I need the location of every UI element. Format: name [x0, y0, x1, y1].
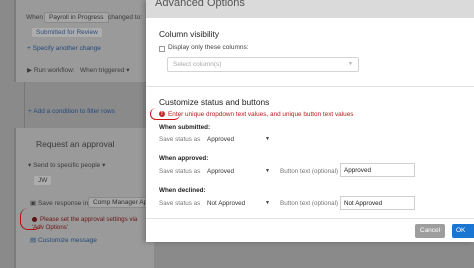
save-response-label: ▣ Save response in: — [30, 199, 90, 207]
play-icon: ▶ — [27, 67, 34, 74]
declined-button-text-input[interactable]: Not Approved — [340, 196, 415, 210]
approved-status-dropdown[interactable]: Approved ▼ — [207, 168, 270, 175]
validation-warning-text: Enter unique dropdown text values, and u… — [168, 111, 354, 118]
submitted-status-dropdown[interactable]: Approved ▼ — [207, 136, 270, 143]
run-workflow-dropdown[interactable]: When triggered ▾ — [80, 66, 130, 74]
display-columns-label: Display only these columns: — [168, 44, 249, 51]
when-field-dropdown[interactable]: Payroll in Progress — [44, 12, 109, 23]
chevron-down-icon: ▾ — [126, 67, 130, 74]
modal-header: Advanced Options — [146, 0, 474, 18]
send-to-label: Send to specific people — [33, 162, 101, 169]
chevron-down-icon: ▼ — [348, 61, 353, 67]
when-submitted-title: When submitted: — [159, 124, 211, 131]
save-response-text: Save response in: — [37, 200, 90, 207]
declined-save-status-label: Save status as — [159, 200, 201, 207]
specify-change-link[interactable]: + Specify another change — [27, 45, 101, 52]
chevron-down-icon: ▼ — [265, 168, 270, 174]
chevron-down-icon: ▼ — [265, 200, 270, 206]
submitted-status-value: Approved — [207, 136, 234, 143]
modal-title: Advanced Options — [155, 0, 245, 9]
chevron-down-icon: ▼ — [265, 136, 270, 142]
approval-error: Please set the approval settings via 'Ad… — [32, 216, 150, 232]
declined-button-text-label: Button text (optional) — [280, 200, 339, 207]
annotation-stroke — [150, 108, 180, 120]
approved-save-status-label: Save status as — [159, 168, 201, 175]
run-workflow-value: When triggered — [80, 67, 125, 74]
status-buttons-heading: Customize status and buttons — [159, 97, 270, 107]
changed-to-label: changed to: — [108, 14, 142, 21]
when-declined-title: When declined: — [159, 187, 206, 194]
approved-button-text-label: Button text (optional) — [280, 168, 339, 175]
checkbox-icon[interactable] — [159, 46, 165, 52]
run-workflow-text: Run workflow: — [33, 67, 75, 74]
column-visibility-heading: Column visibility — [159, 29, 220, 39]
save-icon: ▣ — [30, 200, 38, 207]
chevron-down-icon: ▾ — [102, 162, 106, 169]
approval-title: Request an approval — [36, 139, 115, 149]
cancel-button[interactable]: Cancel — [415, 224, 445, 238]
approved-status-value: Approved — [207, 168, 234, 175]
column-select-placeholder: Select column(s) — [173, 61, 222, 68]
advanced-options-modal: Advanced Options Column visibility Displ… — [146, 0, 474, 242]
status-chip[interactable]: Submitted for Review — [32, 28, 102, 37]
when-label: When — [26, 14, 43, 21]
customize-message-link[interactable]: ▤ Customize message — [30, 236, 97, 244]
column-select[interactable]: Select column(s) ▼ — [167, 57, 359, 72]
declined-status-value: Not Approved — [207, 200, 246, 207]
approval-error-text: Please set the approval settings via 'Ad… — [32, 216, 138, 231]
add-condition-link[interactable]: + Add a condition to filter rows — [28, 108, 115, 115]
validation-warning: ! Enter unique dropdown text values, and … — [159, 111, 353, 118]
approved-button-text-input[interactable]: Approved — [340, 163, 415, 177]
recipient-chip[interactable]: JW — [34, 176, 52, 185]
when-approved-title: When approved: — [159, 155, 209, 162]
send-to-dropdown[interactable]: ▾ Send to specific people ▾ — [28, 161, 105, 169]
annotation-stroke — [20, 208, 42, 230]
connector-line — [24, 82, 25, 128]
add-condition-label: Add a condition to filter rows — [33, 108, 115, 115]
ok-button[interactable]: OK — [452, 224, 474, 238]
chat-icon: ▤ — [30, 237, 38, 244]
submitted-save-status-label: Save status as — [159, 136, 201, 143]
declined-status-dropdown[interactable]: Not Approved ▼ — [207, 200, 270, 207]
run-workflow-label: ▶ Run workflow: — [27, 66, 75, 74]
customize-message-label: Customize message — [37, 237, 97, 244]
section-divider — [146, 86, 474, 87]
specify-change-label: Specify another change — [32, 45, 101, 52]
